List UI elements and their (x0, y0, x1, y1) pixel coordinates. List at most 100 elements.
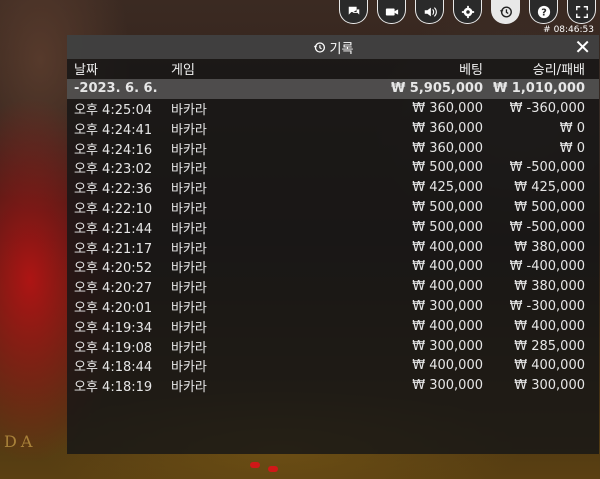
round-bet: ₩ 500,000 (412, 160, 483, 176)
round-game: 바카라 (171, 182, 207, 198)
table-row[interactable]: 오후 4:21:44 바카라 ₩ 500,000 ₩ -500,000 (67, 217, 599, 237)
round-game: 바카라 (171, 360, 207, 376)
close-button[interactable]: ✕ (574, 36, 591, 58)
round-time: 오후 4:19:34 (74, 320, 153, 336)
settings-button[interactable] (453, 0, 482, 24)
round-time: 오후 4:24:16 (74, 142, 153, 158)
round-game: 바카라 (171, 102, 207, 118)
volume-icon (424, 6, 437, 17)
round-bet: ₩ 300,000 (412, 378, 483, 394)
summary-game (171, 78, 291, 99)
round-time: 오후 4:21:44 (74, 221, 153, 237)
round-win-loss: ₩ -300,000 (509, 298, 585, 314)
round-win-loss: ₩ 500,000 (514, 199, 585, 215)
column-header-date[interactable]: 날짜 (67, 59, 171, 79)
round-bet: ₩ 300,000 (412, 298, 483, 314)
round-win-loss: ₩ 0 (559, 120, 585, 136)
round-time: 오후 4:20:27 (74, 281, 153, 297)
round-bet: ₩ 400,000 (412, 259, 483, 275)
round-win-loss: ₩ 380,000 (514, 239, 585, 255)
date-summary-row[interactable]: -2023. 6. 6. ₩ 5,905,000 ₩ 1,010,000 (67, 78, 599, 99)
round-game: 바카라 (171, 261, 207, 277)
round-bet: ₩ 360,000 (412, 100, 483, 116)
table-header-row: 날짜 게임 베팅 승리/패배 (67, 59, 599, 79)
round-time: 오후 4:22:36 (74, 182, 153, 198)
chat-button[interactable] (339, 0, 368, 24)
table-row[interactable]: 오후 4:25:04 바카라 ₩ 360,000 ₩ -360,000 (67, 99, 599, 119)
round-bet: ₩ 425,000 (412, 180, 483, 196)
round-game: 바카라 (171, 201, 207, 217)
summary-win-loss: ₩ 1,010,000 (483, 78, 599, 99)
round-win-loss: ₩ 300,000 (514, 378, 585, 394)
table-row[interactable]: 오후 4:19:34 바카라 ₩ 400,000 ₩ 400,000 (67, 316, 599, 336)
round-time: 오후 4:18:44 (74, 360, 153, 376)
round-bet: ₩ 360,000 (412, 120, 483, 136)
round-bet: ₩ 400,000 (412, 358, 483, 374)
table-row[interactable]: 오후 4:23:02 바카라 ₩ 500,000 ₩ -500,000 (67, 158, 599, 178)
round-bet: ₩ 300,000 (412, 338, 483, 354)
round-game: 바카라 (171, 300, 207, 316)
table-row[interactable]: 오후 4:18:19 바카라 ₩ 300,000 ₩ 300,000 (67, 376, 599, 396)
round-bet: ₩ 360,000 (412, 140, 483, 156)
round-game: 바카라 (171, 340, 207, 356)
round-bet: ₩ 400,000 (412, 279, 483, 295)
history-icon (499, 5, 512, 18)
history-panel: 기록 ✕ 날짜 게임 베팅 승리/패배 -2023. 6. 6. ₩ 5,905… (67, 35, 599, 454)
history-panel-title: 기록 (329, 41, 354, 57)
round-win-loss: ₩ -400,000 (509, 259, 585, 275)
round-game: 바카라 (171, 122, 207, 138)
round-game: 바카라 (171, 320, 207, 336)
column-header-game[interactable]: 게임 (171, 59, 291, 79)
gear-icon (461, 5, 474, 18)
summary-date: -2023. 6. 6. (67, 78, 171, 99)
table-logo-text: DA (4, 432, 37, 451)
round-win-loss: ₩ 400,000 (514, 318, 585, 334)
svg-text:?: ? (541, 7, 547, 18)
history-button[interactable] (491, 0, 520, 24)
round-bet: ₩ 500,000 (412, 219, 483, 235)
top-control-bar: ? (339, 0, 596, 24)
round-win-loss: ₩ 285,000 (514, 338, 585, 354)
table-row[interactable]: 오후 4:18:44 바카라 ₩ 400,000 ₩ 400,000 (67, 356, 599, 376)
round-win-loss: ₩ -500,000 (509, 219, 585, 235)
fullscreen-button[interactable] (567, 0, 596, 24)
round-win-loss: ₩ -500,000 (509, 160, 585, 176)
help-button[interactable]: ? (529, 0, 558, 24)
round-game: 바카라 (171, 380, 207, 396)
column-header-bet[interactable]: 베팅 (291, 59, 483, 79)
round-game: 바카라 (171, 241, 207, 257)
history-table: 날짜 게임 베팅 승리/패배 -2023. 6. 6. ₩ 5,905,000 … (67, 59, 599, 396)
round-bet: ₩ 500,000 (412, 199, 483, 215)
round-game: 바카라 (171, 281, 207, 297)
volume-button[interactable] (415, 0, 444, 24)
table-row[interactable]: 오후 4:21:17 바카라 ₩ 400,000 ₩ 380,000 (67, 237, 599, 257)
chat-icon (348, 6, 359, 15)
round-game: 바카라 (171, 142, 207, 158)
fullscreen-icon (575, 5, 588, 18)
video-icon (385, 8, 398, 15)
clock-readout: # 08:46:53 (543, 25, 594, 35)
round-time: 오후 4:20:52 (74, 261, 153, 277)
table-row[interactable]: 오후 4:20:52 바카라 ₩ 400,000 ₩ -400,000 (67, 257, 599, 277)
round-time: 오후 4:22:10 (74, 201, 153, 217)
round-win-loss: ₩ 380,000 (514, 279, 585, 295)
round-time: 오후 4:18:19 (74, 380, 153, 396)
summary-bet: ₩ 5,905,000 (291, 78, 483, 99)
table-row[interactable]: 오후 4:22:36 바카라 ₩ 425,000 ₩ 425,000 (67, 178, 599, 198)
table-row[interactable]: 오후 4:22:10 바카라 ₩ 500,000 ₩ 500,000 (67, 198, 599, 218)
round-time: 오후 4:24:41 (74, 122, 153, 138)
table-row[interactable]: 오후 4:20:27 바카라 ₩ 400,000 ₩ 380,000 (67, 277, 599, 297)
round-bet: ₩ 400,000 (412, 239, 483, 255)
table-row[interactable]: 오후 4:24:41 바카라 ₩ 360,000 ₩ 0 (67, 118, 599, 138)
table-row[interactable]: 오후 4:20:01 바카라 ₩ 300,000 ₩ -300,000 (67, 297, 599, 317)
round-time: 오후 4:20:01 (74, 300, 153, 316)
table-row[interactable]: 오후 4:19:08 바카라 ₩ 300,000 ₩ 285,000 (67, 336, 599, 356)
column-header-win-loss[interactable]: 승리/패배 (483, 59, 599, 79)
help-icon: ? (537, 5, 550, 18)
round-win-loss: ₩ -360,000 (509, 100, 585, 116)
video-button[interactable] (377, 0, 406, 24)
round-game: 바카라 (171, 221, 207, 237)
round-time: 오후 4:21:17 (74, 241, 153, 257)
table-row[interactable]: 오후 4:24:16 바카라 ₩ 360,000 ₩ 0 (67, 138, 599, 158)
round-game: 바카라 (171, 162, 207, 178)
